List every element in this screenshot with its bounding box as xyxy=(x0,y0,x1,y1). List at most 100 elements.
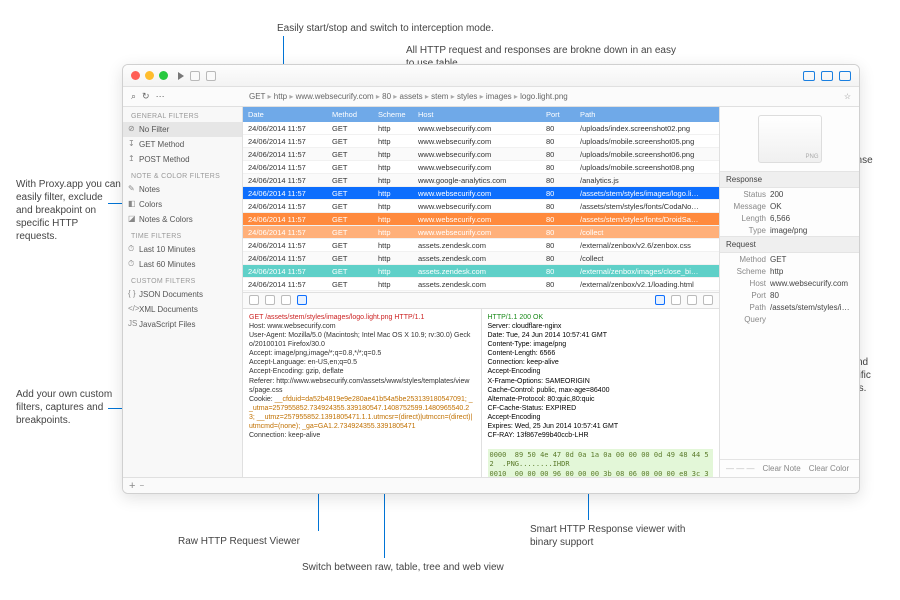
sidebar-item[interactable]: ↥POST Method xyxy=(123,152,242,167)
inspector-kv: Schemehttp xyxy=(720,265,859,277)
inspector-kv: Hostwww.websecurify.com xyxy=(720,277,859,289)
sidebar-item[interactable]: ⊘No Filter xyxy=(123,122,242,137)
sidebar: GENERAL FILTERS⊘No Filter↧GET Method↥POS… xyxy=(123,107,243,477)
view-mode-tree[interactable] xyxy=(265,295,275,305)
clear-color-button[interactable]: Clear Color xyxy=(809,464,849,473)
raw-request-pane[interactable]: GET /assets/stem/styles/images/logo.ligh… xyxy=(243,309,482,477)
close-icon[interactable] xyxy=(131,71,140,80)
table-row[interactable]: 24/06/2014 11:57GEThttpwww.google-analyt… xyxy=(243,174,719,187)
filter-icon: ◧ xyxy=(128,199,136,208)
callout-filter: With Proxy.app you can easily filter, ex… xyxy=(16,178,121,243)
loop-icon[interactable]: ↻ xyxy=(142,91,150,102)
callout-rawreq: Raw HTTP Request Viewer xyxy=(178,535,300,548)
filter-icon: ↧ xyxy=(128,139,135,148)
raw-response-pane[interactable]: HTTP/1.1 200 OK Server: cloudflare-nginx… xyxy=(482,309,720,477)
sidebar-group-title: TIME FILTERS xyxy=(123,227,242,242)
sidebar-item[interactable]: ⏱Last 10 Minutes xyxy=(123,242,242,257)
filter-icon: ⊘ xyxy=(128,124,135,133)
callout-smartresp: Smart HTTP Response viewer with binary s… xyxy=(530,523,710,549)
table-row[interactable]: 24/06/2014 11:57GEThttpwww.websecurify.c… xyxy=(243,122,719,135)
column-header[interactable]: Method xyxy=(327,107,373,122)
sidebar-item[interactable]: ↧GET Method xyxy=(123,137,242,152)
view-mode-tree-right[interactable] xyxy=(687,295,697,305)
filter-icon: { } xyxy=(128,289,136,298)
remove-filter-button[interactable]: − xyxy=(139,481,144,490)
more-icon[interactable]: ⋯ xyxy=(156,91,165,102)
column-header[interactable]: Host xyxy=(413,107,541,122)
minimize-icon[interactable] xyxy=(145,71,154,80)
layout-button-2[interactable] xyxy=(821,71,833,81)
search-icon[interactable]: ⌕ xyxy=(131,91,136,102)
inspector-kv: Query xyxy=(720,313,859,325)
main-area: DateMethodSchemeHostPortPath 24/06/2014 … xyxy=(243,107,719,477)
view-mode-table-right[interactable] xyxy=(671,295,681,305)
inspector-kv: MessageOK xyxy=(720,200,859,212)
view-mode-raw[interactable] xyxy=(297,295,307,305)
view-mode-web[interactable] xyxy=(249,295,259,305)
filter-icon: ↥ xyxy=(128,154,135,163)
add-filter-button[interactable]: + xyxy=(129,480,135,492)
sidebar-item[interactable]: </>XML Documents xyxy=(123,302,242,317)
sidebar-group-title: GENERAL FILTERS xyxy=(123,107,242,122)
statusbar: + − xyxy=(123,477,859,493)
table-row[interactable]: 24/06/2014 11:57GEThttpwww.websecurify.c… xyxy=(243,187,719,200)
inspector-kv: Port80 xyxy=(720,289,859,301)
requests-table[interactable]: DateMethodSchemeHostPortPath 24/06/2014 … xyxy=(243,107,719,293)
callout-custom: Add your own custom filters, captures an… xyxy=(16,388,121,427)
table-row[interactable]: 24/06/2014 11:57GEThttpassets.zendesk.co… xyxy=(243,239,719,252)
filter-icon: JS xyxy=(128,319,137,328)
layout-button-1[interactable] xyxy=(803,71,815,81)
sidebar-item[interactable]: JSJavaScript Files xyxy=(123,317,242,332)
column-header[interactable]: Path xyxy=(575,107,719,122)
table-row[interactable]: 24/06/2014 11:57GEThttpwww.websecurify.c… xyxy=(243,148,719,161)
table-row[interactable]: 24/06/2014 11:57GEThttpassets.zendesk.co… xyxy=(243,278,719,291)
maximize-icon[interactable] xyxy=(159,71,168,80)
titlebar xyxy=(123,65,859,87)
table-row[interactable]: 24/06/2014 11:57GEThttpwww.websecurify.c… xyxy=(243,200,719,213)
sidebar-item[interactable]: ◧Colors xyxy=(123,197,242,212)
table-row[interactable]: 24/06/2014 11:57GEThttpwww.websecurify.c… xyxy=(243,226,719,239)
inspector-kv: Status200 xyxy=(720,188,859,200)
record-button[interactable] xyxy=(190,71,200,81)
table-row[interactable]: 24/06/2014 11:57GEThttpwww.websecurify.c… xyxy=(243,213,719,226)
column-header[interactable]: Port xyxy=(541,107,575,122)
filter-icon: ⏱ xyxy=(128,259,134,269)
table-row[interactable]: 24/06/2014 11:57GEThttpassets.zendesk.co… xyxy=(243,252,719,265)
inspector-section-request: Request xyxy=(720,236,859,253)
play-button[interactable] xyxy=(178,72,184,80)
inspector-footer: — — — Clear Note Clear Color xyxy=(720,459,859,477)
column-header[interactable]: Date xyxy=(243,107,327,122)
detail-split: GET /assets/stem/styles/images/logo.ligh… xyxy=(243,309,719,477)
inspector-kv: Length6,566 xyxy=(720,212,859,224)
star-icon[interactable]: ☆ xyxy=(719,92,859,101)
view-mode-bar xyxy=(243,293,719,309)
sidebar-group-title: NOTE & COLOR FILTERS xyxy=(123,167,242,182)
inspector-kv: MethodGET xyxy=(720,253,859,265)
sidebar-item[interactable]: { }JSON Documents xyxy=(123,287,242,302)
filter-icon: </> xyxy=(128,304,140,313)
clear-note-button[interactable]: Clear Note xyxy=(762,464,800,473)
inspector-kv: Typeimage/png xyxy=(720,224,859,236)
intercept-button[interactable] xyxy=(206,71,216,81)
sidebar-group-title: CUSTOM FILTERS xyxy=(123,272,242,287)
table-row[interactable]: 24/06/2014 11:57GEThttpassets.zendesk.co… xyxy=(243,265,719,278)
traffic-lights[interactable] xyxy=(131,71,168,80)
app-window: ⌕ ↻ ⋯ GEThttpwww.websecurify.com80assets… xyxy=(122,64,860,494)
view-mode-raw-right[interactable] xyxy=(655,295,665,305)
filter-icon: ⏱ xyxy=(128,244,134,254)
callout-startstop: Easily start/stop and switch to intercep… xyxy=(277,22,537,35)
sidebar-item[interactable]: ◪Notes & Colors xyxy=(123,212,242,227)
hex-dump: 0000 89 50 4e 47 0d 0a 1a 0a 00 00 00 0d… xyxy=(488,449,714,477)
filter-icon: ✎ xyxy=(128,184,135,193)
sidebar-item[interactable]: ⏱Last 60 Minutes xyxy=(123,257,242,272)
view-mode-table[interactable] xyxy=(281,295,291,305)
secondbar: ⌕ ↻ ⋯ GEThttpwww.websecurify.com80assets… xyxy=(123,87,859,107)
inspector-panel: Response Status200MessageOKLength6,566Ty… xyxy=(719,107,859,477)
view-mode-web-right[interactable] xyxy=(703,295,713,305)
sidebar-item[interactable]: ✎Notes xyxy=(123,182,242,197)
column-header[interactable]: Scheme xyxy=(373,107,413,122)
table-row[interactable]: 24/06/2014 11:57GEThttpwww.websecurify.c… xyxy=(243,135,719,148)
breadcrumb[interactable]: GEThttpwww.websecurify.com80assetsstemst… xyxy=(243,92,719,101)
table-row[interactable]: 24/06/2014 11:57GEThttpwww.websecurify.c… xyxy=(243,161,719,174)
layout-button-3[interactable] xyxy=(839,71,851,81)
